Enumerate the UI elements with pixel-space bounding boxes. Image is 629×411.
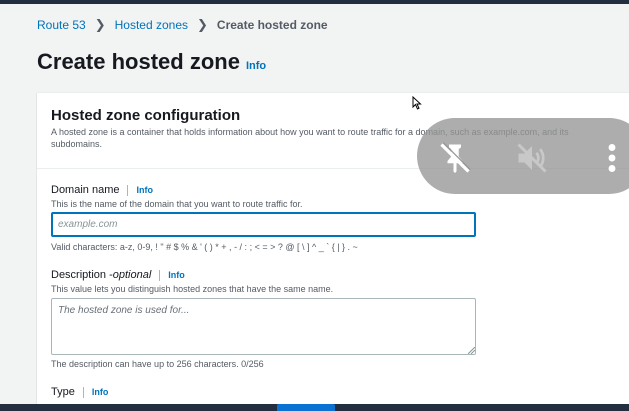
- optional-tag: optional: [112, 269, 152, 281]
- divider: [82, 386, 84, 398]
- type-info-link[interactable]: Info: [92, 387, 109, 397]
- type-label-text: Type: [51, 386, 75, 398]
- more-vertical-icon[interactable]: [597, 140, 627, 176]
- divider: [127, 184, 129, 196]
- panel-title: Hosted zone configuration: [51, 107, 241, 124]
- domain-name-input[interactable]: [51, 212, 476, 237]
- mouse-pointer-icon: [412, 96, 422, 110]
- type-label: Type Info: [51, 386, 108, 398]
- breadcrumb-current: Create hosted zone: [216, 18, 328, 32]
- divider: [159, 269, 161, 281]
- domain-name-help: This is the name of the domain that you …: [51, 199, 303, 209]
- breadcrumb: Route 53 ❯ Hosted zones ❯ Create hosted …: [37, 17, 328, 33]
- page-title: Create hosted zone Info: [37, 49, 266, 75]
- description-constraint: The description can have up to 256 chara…: [51, 359, 264, 369]
- breadcrumb-route53[interactable]: Route 53: [37, 18, 86, 32]
- chevron-right-icon: ❯: [94, 17, 106, 32]
- main-content: Route 53 ❯ Hosted zones ❯ Create hosted …: [0, 4, 629, 404]
- resize-handle-icon[interactable]: [468, 347, 475, 354]
- floating-media-controls: [417, 118, 629, 194]
- domain-name-constraint: Valid characters: a-z, 0-9, ! " # $ % & …: [51, 242, 358, 252]
- footer-button[interactable]: [277, 404, 335, 411]
- domain-name-label-text: Domain name: [51, 184, 120, 196]
- page-title-text: Create hosted zone: [37, 49, 240, 74]
- domain-name-label: Domain name Info: [51, 184, 153, 196]
- description-label: Description - optional Info: [51, 269, 185, 281]
- domain-info-link[interactable]: Info: [136, 185, 153, 195]
- description-textarea[interactable]: [51, 298, 476, 355]
- description-info-link[interactable]: Info: [168, 270, 185, 280]
- breadcrumb-hosted-zones[interactable]: Hosted zones: [115, 18, 188, 32]
- description-help: This value lets you distinguish hosted z…: [51, 284, 334, 294]
- description-label-text: Description -: [51, 269, 113, 281]
- page-info-link[interactable]: Info: [246, 60, 266, 72]
- chevron-right-icon: ❯: [197, 17, 208, 32]
- pin-off-icon[interactable]: [437, 140, 473, 176]
- volume-off-icon[interactable]: [514, 140, 550, 176]
